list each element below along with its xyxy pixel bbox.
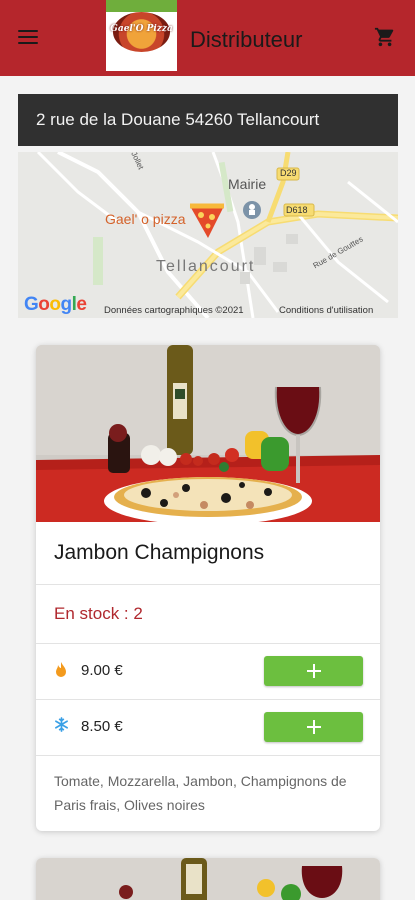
price-hot: 9.00 €	[81, 662, 123, 679]
shopping-cart-icon[interactable]	[374, 26, 396, 48]
map-label-mairie: Mairie	[228, 176, 267, 192]
menu-icon[interactable]	[18, 26, 46, 50]
add-frozen-button[interactable]	[264, 712, 363, 742]
address-bar: 2 rue de la Douane 54260 Tellancourt	[18, 94, 398, 146]
fire-icon	[56, 662, 66, 677]
brand-logo: Gael'O Pizza	[106, 0, 177, 71]
add-hot-button[interactable]	[264, 656, 363, 686]
snowflake-icon	[55, 717, 68, 732]
map-terms-link[interactable]: Conditions d'utilisation	[279, 305, 373, 316]
divider	[36, 584, 380, 585]
product-card: Jambon Champignons En stock : 2 9.00 € 8…	[36, 345, 380, 831]
price-row-frozen: 8.50 €	[36, 700, 380, 755]
price-row-hot: 9.00 €	[36, 644, 380, 699]
stock-status: En stock : 2	[54, 604, 143, 623]
map-label-d618: D618	[286, 205, 308, 215]
product-card-next	[36, 858, 380, 900]
price-frozen: 8.50 €	[81, 718, 123, 735]
product-description: Tomate, Mozzarella, Jambon, Champignons …	[54, 773, 347, 813]
google-logo: Google	[24, 294, 87, 315]
map-label-town: Tellancourt	[156, 258, 256, 275]
divider	[36, 755, 380, 756]
map[interactable]: Mairie Tellancourt D29 D618 Rue de Goutt…	[18, 152, 398, 318]
map-footer: Google Données cartographiques ©2021 Con…	[18, 294, 398, 318]
product-name: Jambon Champignons	[54, 541, 265, 564]
map-credits: Données cartographiques ©2021	[104, 305, 244, 316]
page-title: Distributeur	[190, 27, 303, 52]
map-label-d29: D29	[280, 168, 297, 178]
map-marker-label: Gael' o pizza	[105, 211, 186, 227]
product-photo	[36, 345, 380, 522]
app-bar: Gael'O Pizza Distributeur	[0, 0, 415, 76]
